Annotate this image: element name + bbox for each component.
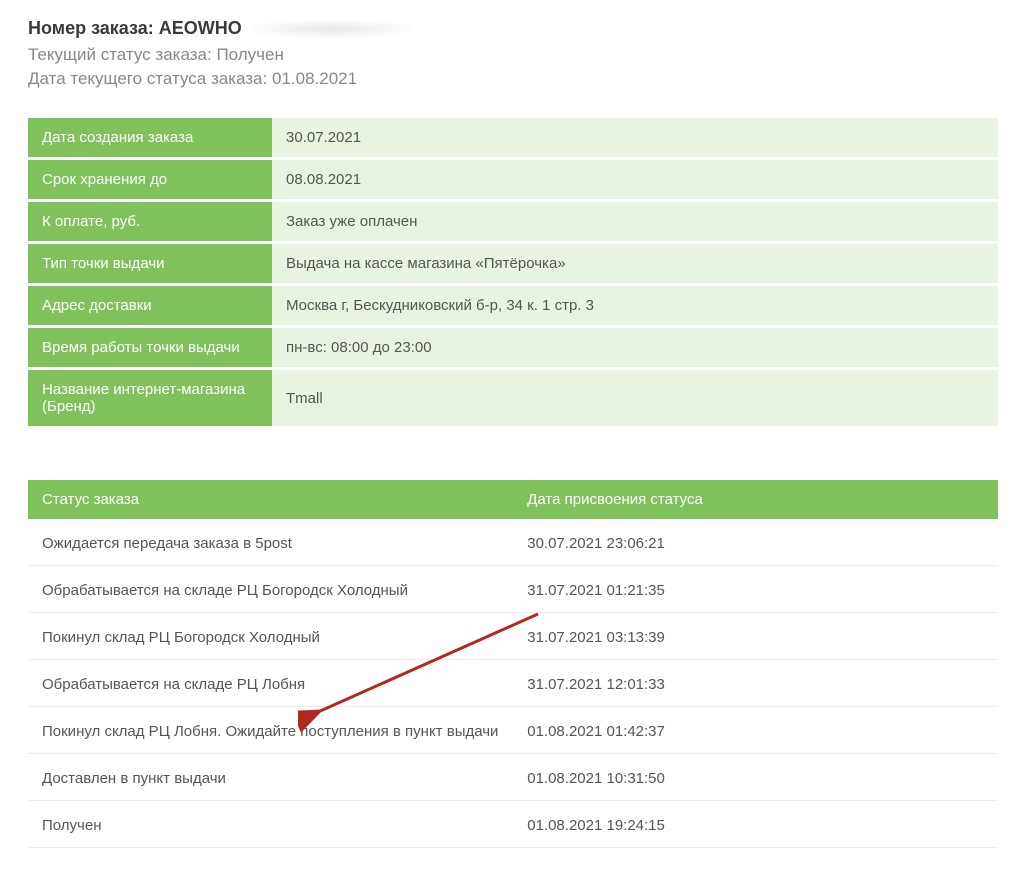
info-row: Адрес доставкиМосква г, Бескудниковский … <box>28 286 998 325</box>
status-row-date: 01.08.2021 10:31:50 <box>513 757 998 801</box>
status-row: Обрабатывается на складе РЦ Богородск Хо… <box>28 569 998 613</box>
status-row: Доставлен в пункт выдачи01.08.2021 10:31… <box>28 757 998 801</box>
status-row-date: 01.08.2021 19:24:15 <box>513 804 998 848</box>
current-status-label: Текущий статус заказа: <box>28 45 212 64</box>
info-row-label: Дата создания заказа <box>28 118 272 157</box>
order-number-line: Номер заказа: AEOWHO <box>28 18 998 39</box>
info-row-value: 30.07.2021 <box>272 118 998 157</box>
status-row: Покинул склад РЦ Лобня. Ожидайте поступл… <box>28 710 998 754</box>
status-row-status: Покинул склад РЦ Богородск Холодный <box>28 616 513 660</box>
info-row-label: Время работы точки выдачи <box>28 328 272 367</box>
info-row-value: Заказ уже оплачен <box>272 202 998 241</box>
page-container: Номер заказа: AEOWHO Текущий статус зака… <box>28 18 998 851</box>
current-status-line: Текущий статус заказа: Получен <box>28 45 998 65</box>
info-row-value: Tmall <box>272 370 998 426</box>
info-row: Дата создания заказа30.07.2021 <box>28 118 998 157</box>
status-row-date: 31.07.2021 03:13:39 <box>513 616 998 660</box>
status-row: Покинул склад РЦ Богородск Холодный31.07… <box>28 616 998 660</box>
status-date-label: Дата текущего статуса заказа: <box>28 69 267 88</box>
status-header-col2: Дата присвоения статуса <box>513 480 998 519</box>
status-row-status: Обрабатывается на складе РЦ Лобня <box>28 663 513 707</box>
status-row-status: Получен <box>28 804 513 848</box>
status-row-date: 31.07.2021 01:21:35 <box>513 569 998 613</box>
info-row-label: Название интернет-магазина (Бренд) <box>28 370 272 426</box>
status-row-date: 31.07.2021 12:01:33 <box>513 663 998 707</box>
status-row-status: Покинул склад РЦ Лобня. Ожидайте поступл… <box>28 710 513 754</box>
info-row-value: Москва г, Бескудниковский б-р, 34 к. 1 с… <box>272 286 998 325</box>
info-row: Время работы точки выдачипн-вс: 08:00 до… <box>28 328 998 367</box>
info-row: Тип точки выдачиВыдача на кассе магазина… <box>28 244 998 283</box>
info-row-label: К оплате, руб. <box>28 202 272 241</box>
status-row-status: Ожидается передача заказа в 5post <box>28 522 513 566</box>
status-header-col1: Статус заказа <box>28 480 513 519</box>
status-row-date: 01.08.2021 01:42:37 <box>513 710 998 754</box>
info-row-label: Тип точки выдачи <box>28 244 272 283</box>
status-row: Ожидается передача заказа в 5post30.07.2… <box>28 522 998 566</box>
status-row: Обрабатывается на складе РЦ Лобня31.07.2… <box>28 663 998 707</box>
info-row-label: Адрес доставки <box>28 286 272 325</box>
status-row-date: 30.07.2021 23:06:21 <box>513 522 998 566</box>
status-row: Получен01.08.2021 19:24:15 <box>28 804 998 848</box>
info-row: Название интернет-магазина (Бренд)Tmall <box>28 370 998 426</box>
info-row-value: 08.08.2021 <box>272 160 998 199</box>
status-table: Статус заказа Дата присвоения статуса Ож… <box>28 477 998 851</box>
order-number-value: AEOWHO <box>159 18 242 38</box>
info-row-label: Срок хранения до <box>28 160 272 199</box>
info-table: Дата создания заказа30.07.2021Срок хране… <box>28 115 998 429</box>
status-date-line: Дата текущего статуса заказа: 01.08.2021 <box>28 69 998 89</box>
info-row-value: пн-вс: 08:00 до 23:00 <box>272 328 998 367</box>
status-row-status: Доставлен в пункт выдачи <box>28 757 513 801</box>
info-row: К оплате, руб.Заказ уже оплачен <box>28 202 998 241</box>
info-row-value: Выдача на кассе магазина «Пятёрочка» <box>272 244 998 283</box>
current-status-value: Получен <box>216 45 283 64</box>
status-row-status: Обрабатывается на складе РЦ Богородск Хо… <box>28 569 513 613</box>
redacted-blur <box>251 20 411 38</box>
status-date-value: 01.08.2021 <box>272 69 357 88</box>
info-row: Срок хранения до08.08.2021 <box>28 160 998 199</box>
order-number-label: Номер заказа: <box>28 18 154 38</box>
